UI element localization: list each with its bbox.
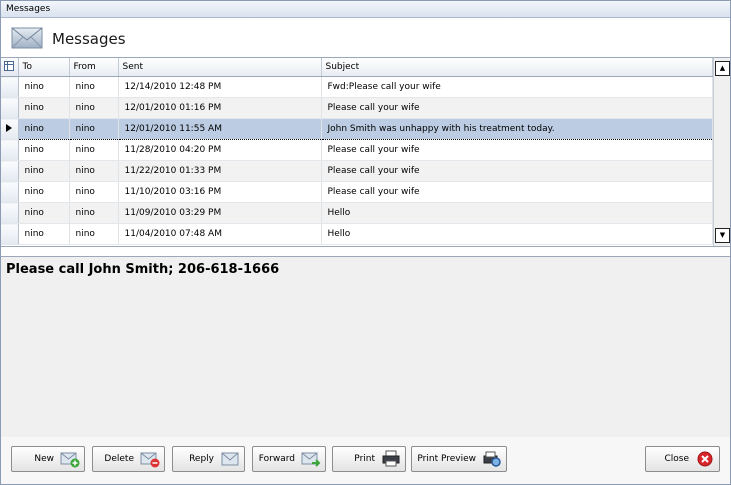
cell-to: nino [18, 160, 70, 182]
delete-message-icon [140, 452, 160, 468]
row-selector[interactable] [1, 223, 19, 245]
cell-from: nino [69, 181, 119, 203]
row-selector[interactable] [1, 181, 19, 203]
messages-grid[interactable]: To From Sent Subject nino nino 12/14/201… [1, 57, 730, 247]
header: Messages [1, 18, 730, 56]
reply-icon [221, 452, 239, 466]
cell-to: nino [18, 118, 70, 140]
print-button[interactable]: Print [332, 446, 406, 472]
new-button-label: New [34, 454, 54, 464]
current-row-arrow-icon[interactable] [1, 118, 19, 140]
table-row[interactable]: nino nino 11/22/2010 01:33 PM Please cal… [1, 160, 713, 182]
message-preview-pane[interactable]: Please call John Smith; 206-618-1666 [1, 256, 730, 438]
cell-from: nino [69, 202, 119, 224]
cell-from: nino [69, 76, 119, 98]
cell-to: nino [18, 181, 70, 203]
cell-subject: Please call your wife [321, 160, 713, 182]
print-preview-button[interactable]: Print Preview [411, 446, 507, 472]
print-preview-button-label: Print Preview [417, 454, 476, 464]
new-message-icon [60, 452, 80, 468]
cell-sent: 11/22/2010 01:33 PM [118, 160, 322, 182]
close-button[interactable]: Close [645, 446, 720, 472]
cell-sent: 11/09/2010 03:29 PM [118, 202, 322, 224]
table-row-selected[interactable]: nino nino 12/01/2010 11:55 AM John Smith… [1, 118, 713, 140]
delete-button[interactable]: Delete [92, 446, 165, 472]
table-row[interactable]: nino nino 12/01/2010 01:16 PM Please cal… [1, 97, 713, 119]
cell-from: nino [69, 223, 119, 245]
cell-from: nino [69, 97, 119, 119]
cell-subject: Hello [321, 223, 713, 245]
table-row[interactable]: nino nino 11/04/2010 07:48 AM Hello [1, 223, 713, 245]
table-row[interactable]: nino nino 11/28/2010 04:20 PM Please cal… [1, 139, 713, 161]
cell-sent: 11/10/2010 03:16 PM [118, 181, 322, 203]
cell-subject: John Smith was unhappy with his treatmen… [321, 118, 713, 140]
cell-sent: 12/14/2010 12:48 PM [118, 76, 322, 98]
cell-subject: Please call your wife [321, 97, 713, 119]
column-header-to[interactable]: To [18, 58, 70, 77]
cell-to: nino [18, 97, 70, 119]
cell-to: nino [18, 223, 70, 245]
cell-subject: Fwd:Please call your wife [321, 76, 713, 98]
delete-button-label: Delete [104, 454, 134, 464]
forward-button-label: Forward [258, 454, 295, 464]
cell-from: nino [69, 118, 119, 140]
row-selector[interactable] [1, 76, 19, 98]
vertical-scrollbar[interactable]: ▲ ▼ [713, 58, 730, 246]
scroll-down-arrow-icon[interactable]: ▼ [715, 228, 730, 243]
forward-button[interactable]: Forward [252, 446, 326, 472]
column-chooser-icon[interactable] [1, 58, 19, 77]
column-header-subject[interactable]: Subject [321, 58, 713, 77]
table-row[interactable]: nino nino 11/10/2010 03:16 PM Please cal… [1, 181, 713, 203]
row-selector[interactable] [1, 202, 19, 224]
new-button[interactable]: New [11, 446, 85, 472]
cell-to: nino [18, 139, 70, 161]
close-icon [697, 451, 713, 467]
reply-button-label: Reply [189, 454, 214, 464]
cell-subject: Hello [321, 202, 713, 224]
envelope-icon [11, 24, 43, 53]
cell-sent: 11/04/2010 07:48 AM [118, 223, 322, 245]
row-selector[interactable] [1, 160, 19, 182]
cell-from: nino [69, 139, 119, 161]
cell-subject: Please call your wife [321, 181, 713, 203]
table-row[interactable]: nino nino 12/14/2010 12:48 PM Fwd:Please… [1, 76, 713, 98]
scroll-up-arrow-icon[interactable]: ▲ [715, 61, 730, 76]
row-selector[interactable] [1, 139, 19, 161]
row-selector[interactable] [1, 97, 19, 119]
table-row[interactable]: nino nino 11/09/2010 03:29 PM Hello [1, 202, 713, 224]
bottom-toolbar: New Delete Reply Forward Print Print Pre… [1, 437, 730, 484]
cell-subject: Please call your wife [321, 139, 713, 161]
printer-icon [382, 450, 400, 467]
message-body: Please call John Smith; 206-618-1666 [6, 262, 280, 277]
close-button-label: Close [664, 454, 689, 464]
window-title: Messages [1, 1, 730, 18]
cell-sent: 11/28/2010 04:20 PM [118, 139, 322, 161]
messages-window: Messages Messages To From Sent Subject n… [0, 0, 731, 485]
page-title: Messages [52, 30, 126, 48]
forward-icon [301, 452, 321, 467]
cell-to: nino [18, 76, 70, 98]
print-button-label: Print [354, 454, 375, 464]
print-preview-icon [483, 451, 501, 467]
column-header-from[interactable]: From [69, 58, 119, 77]
reply-button[interactable]: Reply [172, 446, 245, 472]
cell-sent: 12/01/2010 01:16 PM [118, 97, 322, 119]
column-header-sent[interactable]: Sent [118, 58, 322, 77]
cell-to: nino [18, 202, 70, 224]
cell-from: nino [69, 160, 119, 182]
cell-sent: 12/01/2010 11:55 AM [118, 118, 322, 140]
